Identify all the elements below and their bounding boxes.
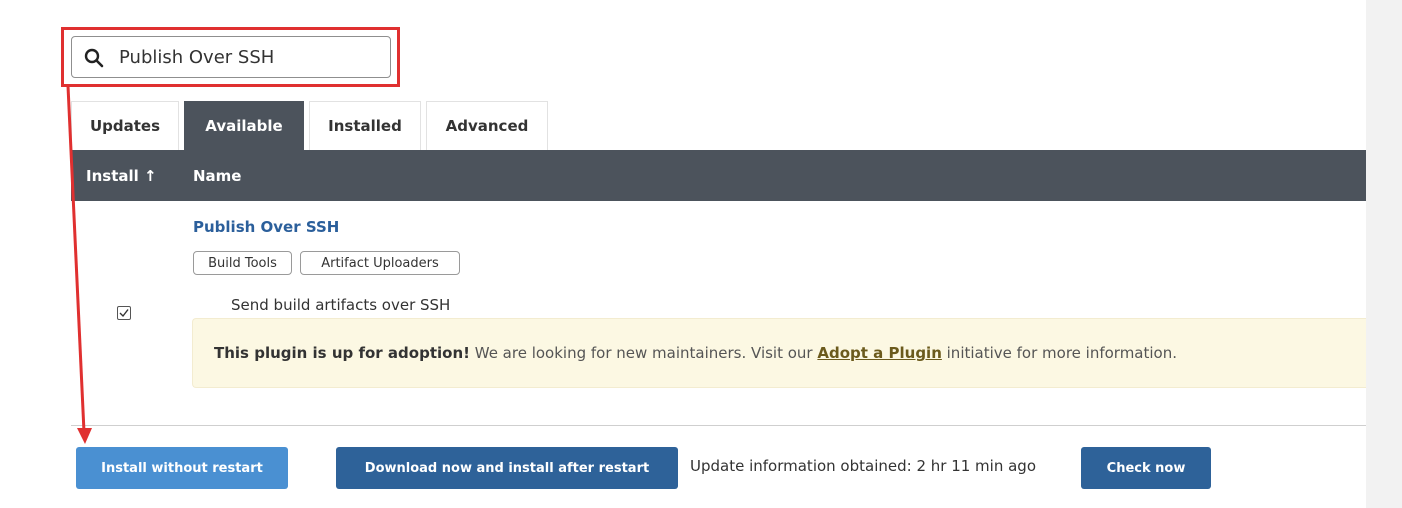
install-checkbox[interactable] bbox=[117, 306, 131, 320]
scrollbar-gutter bbox=[1366, 0, 1402, 508]
adoption-notice-before: We are looking for new maintainers. Visi… bbox=[469, 344, 818, 362]
plugin-name-link[interactable]: Publish Over SSH bbox=[193, 218, 339, 236]
adoption-notice-text: This plugin is up for adoption! We are l… bbox=[214, 344, 1177, 362]
tab-available[interactable]: Available bbox=[184, 101, 304, 150]
install-without-restart-button[interactable]: Install without restart bbox=[76, 447, 288, 489]
tab-installed[interactable]: Installed bbox=[309, 101, 421, 150]
adopt-a-plugin-link[interactable]: Adopt a Plugin bbox=[817, 344, 942, 362]
plugin-manager-page: Publish Over SSH Updates Available Insta… bbox=[0, 0, 1402, 508]
download-and-install-after-restart-button[interactable]: Download now and install after restart bbox=[336, 447, 678, 489]
column-header-install[interactable]: Install ↑ bbox=[86, 167, 157, 185]
column-header-name[interactable]: Name bbox=[193, 167, 241, 185]
tab-updates[interactable]: Updates bbox=[71, 101, 179, 150]
check-now-button[interactable]: Check now bbox=[1081, 447, 1211, 489]
adoption-notice: This plugin is up for adoption! We are l… bbox=[192, 318, 1366, 388]
update-info-text: Update information obtained: 2 hr 11 min… bbox=[690, 457, 1037, 475]
tag-artifact-uploaders[interactable]: Artifact Uploaders bbox=[300, 251, 460, 275]
tag-build-tools[interactable]: Build Tools bbox=[193, 251, 292, 275]
table-header: Install ↑ Name bbox=[71, 150, 1366, 201]
checkmark-icon bbox=[119, 309, 129, 318]
plugin-description: Send build artifacts over SSH bbox=[231, 296, 451, 314]
footer-divider bbox=[71, 425, 1366, 426]
tab-advanced[interactable]: Advanced bbox=[426, 101, 548, 150]
annotation-highlight-box bbox=[61, 27, 400, 87]
adoption-notice-strong: This plugin is up for adoption! bbox=[214, 344, 470, 362]
adoption-notice-after: initiative for more information. bbox=[941, 344, 1178, 362]
